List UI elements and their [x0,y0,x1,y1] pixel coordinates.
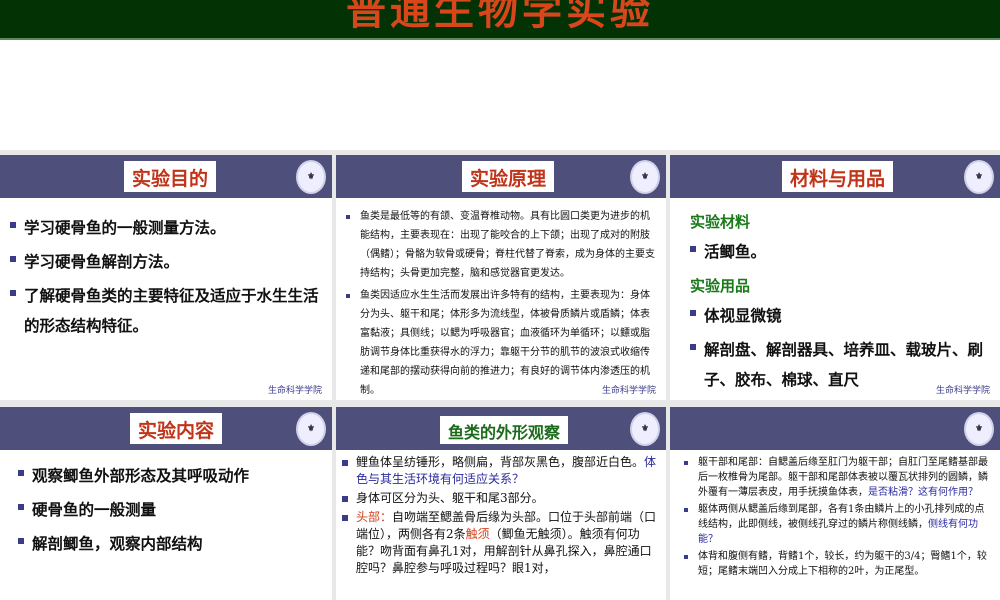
university-logo-icon: ⚜ [964,160,994,194]
footer-text: 生命科学学院 [601,386,656,396]
slide-principle[interactable]: 实验原理 ⚜ 鱼类是最低等的有颌、变温脊椎动物。具有比圆口类更为进步的机能结构，主… [336,155,666,400]
university-logo-icon: ⚜ [296,412,326,446]
list-item: 躯体两侧从鳃盖后缘到尾部，各有1条由鳞片上的小孔排列成的点线结构，此即侧线，被侧… [684,502,994,547]
slide-header: 鱼类的外形观察 ⚜ [336,407,666,450]
list-item: 了解硬骨鱼类的主要特征及适应于水生生活的形态结构特征。 [10,281,322,341]
list-item: 鱼类是最低等的有颌、变温脊椎动物。具有比圆口类更为进步的机能结构，主要表现在：出… [346,207,656,283]
slide-external-morphology[interactable]: 鱼类的外形观察 ⚜ 鲤鱼体呈纺锤形，略侧扁，背部灰黑色，腹部近白色。体色与其生活环… [336,407,666,600]
list-item: 鲤鱼体呈纺锤形，略侧扁，背部灰黑色，腹部近白色。体色与其生活环境有何适应关系？ [342,454,660,488]
slide-title: 实验目的 [124,161,217,192]
slide-objectives[interactable]: 实验目的 ⚜ 学习硬骨鱼的一般测量方法。 学习硬骨鱼解剖方法。了解硬骨鱼类的主要特征… [0,155,332,400]
list-item: 躯干部和尾部：自鳃盖后缘至肛门为躯干部；自肛门至尾鳍基部最后一枚椎骨为尾部。躯干… [684,455,994,500]
list-item: 学习硬骨鱼的一般测量方法。 [10,213,322,243]
slide-trunk-tail[interactable]: ⚜ 躯干部和尾部：自鳃盖后缘至肛门为躯干部；自肛门至尾鳍基部最后一枚椎骨为尾部。… [670,407,1000,600]
header-title: 普通生物学实验 [346,0,654,34]
slide-header: 实验原理 ⚜ [336,155,666,198]
slide-title: 材料与用品 [782,161,894,192]
section-heading: 实验材料 [690,213,751,231]
list-item: 身体可区分为头、躯干和尾3部分。 [342,490,660,507]
slide-header: 实验目的 ⚜ [0,155,332,198]
list-item: 观察鲫鱼外部形态及其呼吸动作 [18,461,322,491]
slide-header: 实验内容 ⚜ [0,407,332,450]
slide-title: 实验内容 [130,413,223,444]
slide-content[interactable]: 实验内容 ⚜ 观察鲫鱼外部形态及其呼吸动作 硬骨鱼的一般测量 解剖鲫鱼，观察内部结构 [0,407,332,600]
slide-materials[interactable]: 材料与用品 ⚜ 实验材料 活鲫鱼。 实验用品 体视显微镜 解剖盘、解剖器具、培养皿、… [670,155,1000,400]
header-bar: 普通生物学实验 [0,0,1000,40]
list-item: 学习硬骨鱼解剖方法。 [10,247,322,277]
list-item: 体视显微镜 [690,301,990,331]
slide-title: 实验原理 [462,161,555,192]
section-heading: 实验用品 [690,277,751,295]
slide-header: 材料与用品 ⚜ [670,155,1000,198]
footer-text: 生命科学学院 [935,386,990,396]
list-item: 活鲫鱼。 [690,237,990,267]
list-item: 解剖鲫鱼，观察内部结构 [18,529,322,559]
list-item: 体背和腹侧有鳍，背鳍1个，较长，约为躯干的3/4；臀鳍1个，较短；尾鳍末端凹入分… [684,549,994,579]
university-logo-icon: ⚜ [296,160,326,194]
slide-header: ⚜ [670,407,1000,450]
university-logo-icon: ⚜ [964,412,994,446]
list-item: 头部：自吻端至鳃盖骨后缘为头部。口位于头部前端（口端位），两侧各有2条触须（鲫鱼… [342,509,660,577]
slide-title: 鱼类的外形观察 [440,416,569,444]
university-logo-icon: ⚜ [630,412,660,446]
university-logo-icon: ⚜ [630,160,660,194]
list-item: 硬骨鱼的一般测量 [18,495,322,525]
footer-text: 生命科学学院 [267,386,322,396]
